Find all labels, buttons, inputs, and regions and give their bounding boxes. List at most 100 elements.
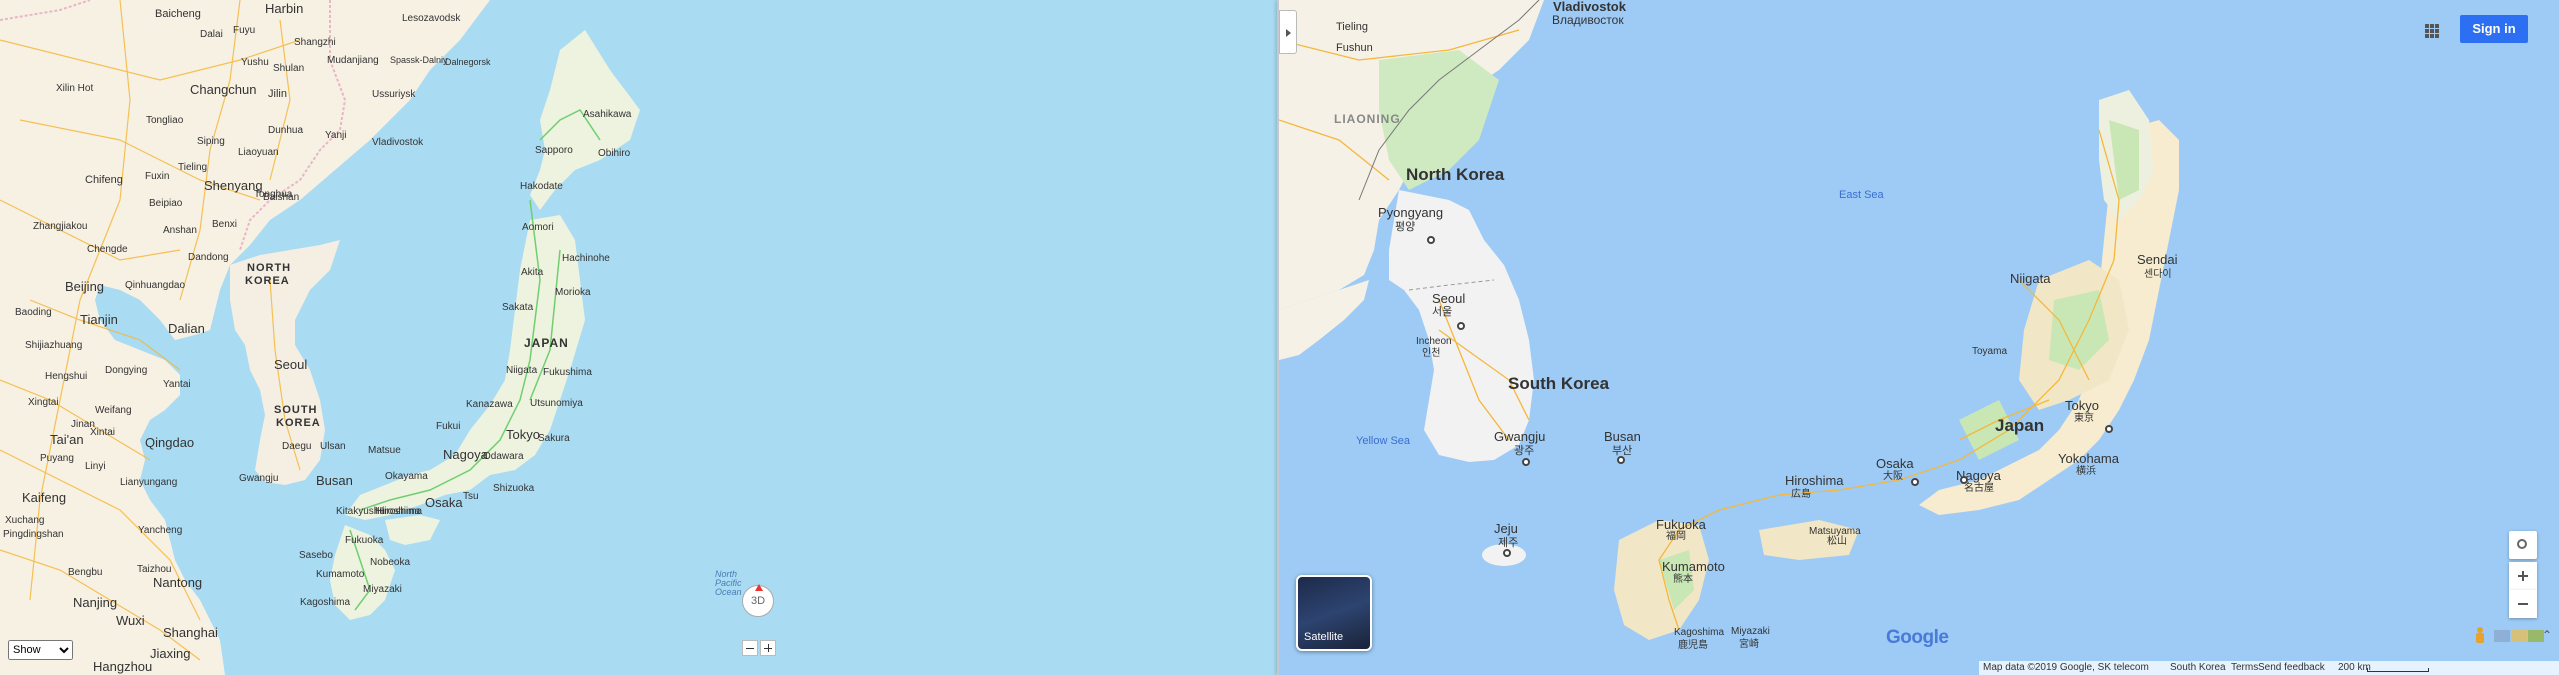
pegman-body: [2476, 633, 2484, 643]
left-map-label: Beipiao: [149, 198, 183, 209]
left-zoom-out-button[interactable]: [742, 640, 758, 656]
right-map-label: 熊本: [1673, 574, 1693, 585]
left-map-label: Qinhuangdao: [125, 280, 186, 291]
left-map-label: Xintai: [90, 427, 116, 438]
left-map-label: Morioka: [555, 287, 591, 298]
chevron-up-icon[interactable]: ⌃: [2542, 628, 2552, 642]
left-map-label: Hachinohe: [562, 253, 610, 264]
right-map-label: Seoul: [1432, 291, 1466, 306]
right-map-label: 평양: [1395, 221, 1416, 233]
left-map-label: Fukuoka: [345, 535, 384, 546]
left-map-label: SOUTH: [274, 404, 318, 416]
left-map-label: Fuxin: [145, 171, 170, 182]
left-map-label: Dalian: [168, 321, 205, 336]
gwangju-dot: [1522, 458, 1530, 466]
right-map-label: Tokyo: [2065, 398, 2099, 413]
layer-thumb-2[interactable]: [2511, 630, 2527, 642]
side-panel-toggle[interactable]: [1279, 10, 1297, 54]
sign-in-button[interactable]: Sign in: [2460, 15, 2528, 43]
left-zoom-in-button[interactable]: [760, 640, 776, 656]
scale-label: 200 km: [2338, 662, 2371, 673]
right-map-label: 서울: [1432, 306, 1453, 318]
left-map-label: Fukushima: [543, 367, 592, 378]
left-map-label: Hiroshima: [377, 506, 423, 517]
left-map-label: Seoul: [274, 357, 308, 372]
right-map-label: Japan: [1995, 416, 2045, 435]
left-map-label: Daegu: [282, 441, 312, 452]
right-map-label: 광주: [1514, 445, 1535, 457]
left-map-label: Shizuoka: [493, 483, 535, 494]
apps-dot: [2435, 34, 2439, 38]
right-map-label: 松山: [1827, 536, 1847, 547]
pegman-icon[interactable]: [2475, 627, 2485, 647]
left-map-label: Liaoyuan: [238, 147, 279, 158]
left-map-label: Fukui: [436, 421, 461, 432]
left-map-label: Obihiro: [598, 148, 631, 159]
plus-icon-vertical: [2522, 571, 2524, 581]
footer-bar: Map data ©2019 Google, SK telecom South …: [1979, 661, 2559, 675]
right-map-label: Tieling: [1336, 21, 1368, 33]
left-map-label: Kanazawa: [466, 399, 513, 410]
left-map-label: JAPAN: [524, 336, 569, 350]
left-map-label: Lesozavodsk: [402, 13, 461, 24]
left-map-label: Baoding: [15, 307, 52, 318]
right-map-label: Incheon: [1416, 336, 1452, 347]
show-select[interactable]: Show: [8, 640, 73, 660]
left-map-canvas: [0, 0, 640, 675]
my-location-button[interactable]: [2509, 531, 2537, 559]
left-map-label: Miyazaki: [363, 584, 402, 595]
google-map-pane[interactable]: Tieling Fushun LIAONING Vladivostok Владивос…: [1279, 0, 2559, 675]
left-map-label: Yancheng: [138, 525, 183, 536]
left-map-label: Yushu: [241, 57, 269, 68]
left-map-label: Hangzhou: [93, 659, 153, 674]
left-map-label: Shangzhi: [294, 37, 336, 48]
busan-dot: [1617, 456, 1625, 464]
left-map-label: Tianjin: [80, 312, 118, 327]
left-map-label: Lianyungang: [120, 477, 178, 488]
compass-label: 3D: [750, 595, 766, 607]
compass-control[interactable]: 3D: [742, 584, 774, 617]
terms-link[interactable]: Terms: [2231, 662, 2258, 673]
chevron-right-icon: [1286, 29, 1291, 37]
apple-map-pane[interactable]: Baicheng Harbin Lesozavodsk Dalai Fuyu Yushu S…: [0, 0, 1277, 675]
right-map-label: 鹿児島: [1678, 640, 1708, 651]
right-map-label: Yellow Sea: [1356, 435, 1411, 447]
left-map-label: Beijing: [65, 279, 105, 294]
left-map-label: KOREA: [245, 275, 290, 287]
left-map-label: Taizhou: [137, 564, 172, 575]
left-map-label: Fuyu: [233, 25, 256, 36]
seoul-dot: [1457, 322, 1465, 330]
right-map-label: 제주: [1498, 537, 1519, 549]
left-map-label: Dandong: [188, 252, 229, 263]
left-map-label: Hakodate: [520, 181, 563, 192]
right-map-label: Hiroshima: [1785, 473, 1844, 488]
region-link[interactable]: South Korea: [2170, 662, 2226, 673]
left-map-label: Chifeng: [85, 174, 123, 186]
right-map-label: Vladivostok: [1553, 0, 1626, 14]
apps-grid-icon[interactable]: [2425, 24, 2439, 38]
zoom-out-button[interactable]: [2509, 590, 2537, 618]
right-map-label: Fukuoka: [1656, 517, 1706, 532]
minus-icon: [746, 648, 754, 649]
left-map-label: Tai'an: [50, 432, 84, 447]
left-map-label: Mudanjiang: [327, 55, 379, 66]
left-map-label: Baishan: [263, 192, 300, 203]
left-map-label: Benxi: [212, 219, 238, 230]
left-map-label: Aomori: [522, 222, 554, 233]
left-map-label: Xingtai: [28, 397, 59, 408]
layer-thumb-1[interactable]: [2494, 630, 2510, 642]
left-map-label: Harbin: [265, 1, 304, 16]
left-map-label: NORTH: [247, 262, 292, 274]
left-map-label: Linyi: [85, 461, 106, 472]
left-map-label: North Pacific Ocean: [715, 569, 742, 597]
left-map-label: Tsu: [463, 491, 479, 502]
right-map-label: Kumamoto: [1662, 559, 1725, 574]
right-map-label: Kagoshima: [1674, 627, 1725, 638]
left-map-label: Okayama: [385, 471, 428, 482]
satellite-toggle[interactable]: Satellite: [1296, 575, 1372, 651]
right-map-label: Yokohama: [2058, 451, 2119, 466]
left-map-label: Nantong: [153, 575, 203, 590]
send-feedback-link[interactable]: Send feedback: [2258, 662, 2325, 673]
right-map-label: Osaka: [1876, 456, 1914, 471]
zoom-in-button[interactable]: [2509, 562, 2537, 590]
